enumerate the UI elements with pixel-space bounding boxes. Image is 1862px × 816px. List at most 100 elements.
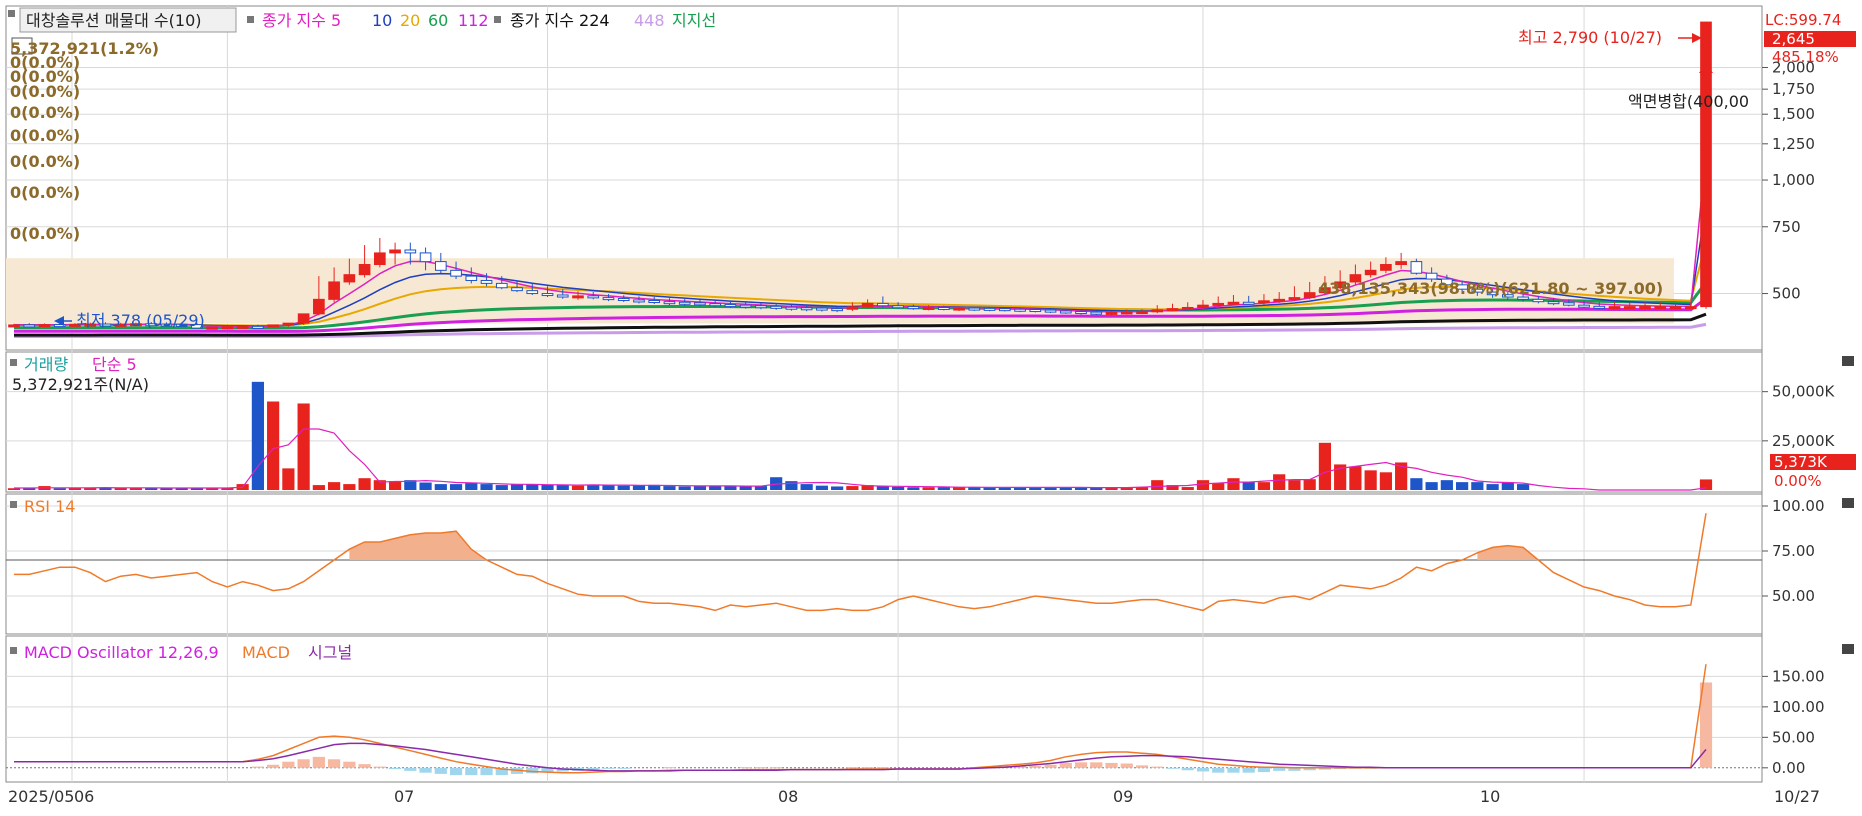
volume-bar: [1181, 487, 1194, 490]
macd-oscillator-bar: [1257, 767, 1271, 773]
candle-body: [1059, 310, 1072, 314]
volume-bar: [587, 485, 600, 490]
candle-body: [1395, 261, 1407, 266]
legend-macd: MACD: [242, 643, 290, 662]
macd-oscillator-bar: [1059, 762, 1072, 768]
x-label: 10: [1480, 787, 1500, 806]
candle-body: [450, 269, 462, 277]
price-y-tick-label: 1,250: [1772, 135, 1815, 153]
candle-body: [1562, 302, 1575, 306]
candle-body: [1227, 301, 1240, 305]
macd-oscillator-bar: [1044, 764, 1057, 768]
candle-body: [389, 249, 401, 254]
close-icon[interactable]: [1842, 356, 1854, 366]
candle-body: [1410, 261, 1423, 274]
vp-label: 0(0.0%): [10, 224, 80, 243]
macd-oscillator-bar: [1074, 762, 1088, 768]
candle-body: [739, 304, 752, 308]
current-volume: 5,373K: [1774, 453, 1828, 471]
candle-body: [1120, 311, 1133, 315]
candle-body: [831, 308, 843, 312]
macd-oscillator-bar: [1166, 767, 1179, 769]
candle-body: [404, 249, 417, 254]
candle-body: [1380, 264, 1392, 271]
candle-body: [633, 299, 645, 303]
volume-bar: [724, 486, 737, 490]
legend-bullet-icon: [8, 10, 15, 17]
volume-bar: [1318, 442, 1332, 490]
volume-bar: [1349, 466, 1362, 490]
volume-bar: [556, 484, 569, 490]
candle-body: [8, 324, 20, 328]
candle-body: [1105, 311, 1118, 315]
volume-bar: [815, 485, 828, 490]
candle-body: [374, 252, 386, 266]
legend-bullet-icon: [10, 501, 17, 508]
volume-bar: [282, 468, 295, 490]
candle-body: [1212, 302, 1225, 306]
macd-oscillator-bar: [739, 767, 752, 769]
volume-value: 5,372,921주(N/A): [12, 375, 149, 394]
volume-bar: [693, 486, 707, 490]
candle-body: [770, 305, 782, 309]
candle-body: [1608, 306, 1621, 310]
volume-bar: [328, 482, 341, 490]
vp-label: 0(0.0%): [10, 183, 80, 202]
volume-bar: [267, 401, 280, 490]
macd-y-tick-label: 0.00: [1772, 759, 1805, 777]
vp-label: 0(0.0%): [10, 152, 80, 171]
candle-body: [953, 307, 965, 311]
candle-body: [1669, 306, 1682, 310]
rsi-y-tick-label: 50.00: [1772, 587, 1815, 605]
vp-label: 0(0.0%): [10, 82, 80, 101]
macd-oscillator-bar: [404, 767, 417, 771]
volume-bar: [419, 482, 432, 490]
legend-ma224: 종가 지수 224: [510, 11, 610, 30]
candle-body: [678, 301, 691, 305]
legend-ma20: 20: [400, 11, 420, 30]
macd-oscillator-bar: [1029, 765, 1042, 768]
volume-bar: [739, 486, 752, 490]
close-icon[interactable]: [1842, 498, 1854, 508]
volume-bar: [1196, 480, 1210, 490]
macd-oscillator-bar: [449, 767, 463, 776]
candle-body: [968, 307, 981, 311]
macd-oscillator-bar: [1090, 762, 1103, 768]
volume-bar: [892, 486, 905, 490]
volume-bar: [1379, 472, 1392, 490]
candle-body: [282, 322, 295, 326]
candle-body: [236, 325, 249, 329]
macd-oscillator-bar: [343, 761, 356, 768]
volume-bar: [465, 483, 478, 490]
legend-macd-osc: MACD Oscillator 12,26,9: [24, 643, 219, 662]
candle-body: [1532, 298, 1545, 303]
legend-bullet-icon: [247, 16, 254, 23]
candle-body: [313, 298, 325, 315]
legend-ma448: 448: [634, 11, 665, 30]
macd-oscillator-bar: [328, 759, 341, 768]
macd-oscillator-bar: [1120, 763, 1133, 768]
volume-bar: [785, 481, 798, 490]
candle-body: [38, 324, 51, 328]
candle-body: [1654, 306, 1667, 310]
close-icon[interactable]: [1842, 644, 1854, 654]
volume-bar: [1501, 482, 1514, 490]
candle-body: [1090, 311, 1103, 315]
legend-ma10: 10: [372, 11, 392, 30]
candle-body: [1578, 304, 1590, 308]
stock-chart[interactable]: 50,000K25,000K 100.0075.0050.00 150.0010…: [0, 0, 1862, 812]
x-last-date: 10/27: [1774, 787, 1820, 806]
candle-body: [1014, 308, 1026, 312]
candle-body: [1181, 306, 1194, 310]
volume-bar: [831, 486, 844, 490]
volume-bar: [343, 484, 356, 490]
high-label: 최고 2,790 (10/27): [1518, 28, 1662, 47]
legend-stock-name: 대창솔루션 매물대 수(10): [26, 11, 202, 30]
volume-bar: [23, 488, 36, 490]
legend-bullet-icon: [10, 647, 17, 654]
candle-body: [572, 295, 584, 299]
candle-body: [1197, 304, 1209, 308]
candle-body: [1242, 301, 1255, 305]
candle-body: [252, 325, 264, 329]
volume-y-tick-label: 50,000K: [1772, 383, 1835, 401]
